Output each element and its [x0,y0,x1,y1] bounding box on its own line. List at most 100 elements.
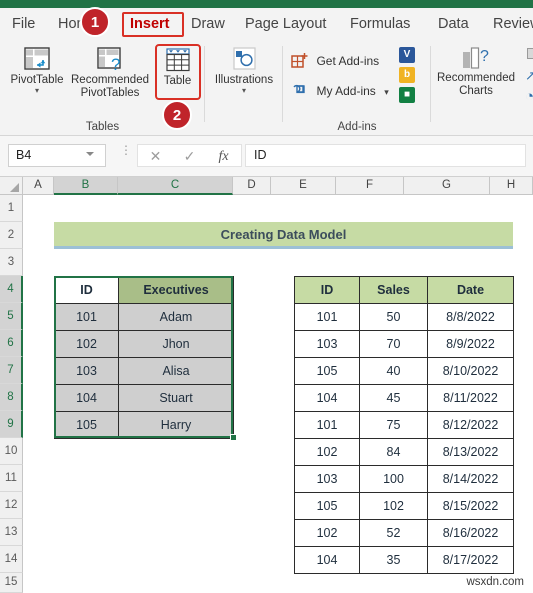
cell-id[interactable]: 103 [294,465,360,493]
cell-id[interactable]: 101 [294,411,360,439]
pivot-table-button[interactable]: PivotTable ▾ [6,46,68,95]
row-header-10[interactable]: 10 [0,438,23,465]
row-header-11[interactable]: 11 [0,465,23,492]
visio-addin-icon[interactable]: V [399,47,415,63]
cell-sales[interactable]: 45 [359,384,428,412]
cell-date[interactable]: 8/15/2022 [427,492,514,520]
insert-function-icon[interactable]: fx [207,147,240,166]
cell-id[interactable]: 102 [294,438,360,466]
cell-sales[interactable]: 40 [359,357,428,385]
tab-review[interactable]: Review [493,8,533,40]
table-button[interactable]: Table [155,46,200,88]
column-header-e[interactable]: E [271,177,336,195]
cell-id[interactable]: 105 [294,357,360,385]
line-chart-icon[interactable]: ↗ [525,68,533,84]
cell-id[interactable]: 104 [54,384,119,412]
enter-icon[interactable]: ✓ [173,147,206,166]
column-header-b[interactable]: B [54,177,118,195]
table-row[interactable]: 105 40 8/10/2022 [294,357,514,385]
table-row[interactable]: 104 35 8/17/2022 [294,546,514,574]
row-header-3[interactable]: 3 [0,249,23,276]
row-header-15[interactable]: 15 [0,573,23,593]
row-header-7[interactable]: 7 [0,357,23,384]
my-add-ins-button[interactable]: My Add-ins ▾ [291,82,389,100]
cell-id[interactable]: 104 [294,546,360,574]
table-row[interactable]: 104 Stuart [54,384,234,412]
sales-table[interactable]: ID Sales Date 101 50 8/8/2022 103 70 8/9… [294,276,514,574]
row-header-4[interactable]: 4 [0,276,23,303]
header-cell-id[interactable]: ID [294,276,360,304]
column-header-h[interactable]: H [490,177,533,195]
cell-sales[interactable]: 50 [359,303,428,331]
column-header-c[interactable]: C [118,177,233,195]
row-header-13[interactable]: 13 [0,519,23,546]
table-row[interactable]: 101 50 8/8/2022 [294,303,514,331]
header-cell-date[interactable]: Date [427,276,514,304]
cell-date[interactable]: 8/12/2022 [427,411,514,439]
people-graph-addin-icon[interactable]: ■ [399,87,415,103]
cell-id[interactable]: 105 [54,411,119,439]
header-cell-sales[interactable]: Sales [359,276,428,304]
bing-maps-addin-icon[interactable]: b [399,67,415,83]
tab-draw[interactable]: Draw [191,8,225,40]
cell-date[interactable]: 8/10/2022 [427,357,514,385]
cell-sales[interactable]: 70 [359,330,428,358]
table-row[interactable]: 102 Jhon [54,330,234,358]
recommended-pivot-tables-button[interactable]: ? Recommended PivotTables [70,46,150,99]
cell-id[interactable]: 105 [294,492,360,520]
select-all-corner[interactable] [0,177,23,195]
name-box-chevron-down-icon[interactable] [86,152,94,156]
cell-id[interactable]: 101 [294,303,360,331]
row-header-5[interactable]: 5 [0,303,23,330]
cell-date[interactable]: 8/16/2022 [427,519,514,547]
cell-sales[interactable]: 35 [359,546,428,574]
row-header-2[interactable]: 2 [0,222,23,249]
formula-input[interactable]: ID [245,144,526,167]
cell-executive[interactable]: Alisa [118,357,234,385]
cell-sales[interactable]: 84 [359,438,428,466]
row-header-14[interactable]: 14 [0,546,23,573]
cell-date[interactable]: 8/9/2022 [427,330,514,358]
tab-page-layout[interactable]: Page Layout [245,8,326,40]
cell-id[interactable]: 104 [294,384,360,412]
table-row[interactable]: 104 45 8/11/2022 [294,384,514,412]
cell-id[interactable]: 102 [54,330,119,358]
cell-id[interactable]: 102 [294,519,360,547]
formula-bar-grip[interactable]: ⋮ [120,144,132,164]
table-row[interactable]: 101 Adam [54,303,234,331]
header-cell-executives[interactable]: Executives [118,276,234,304]
cell-date[interactable]: 8/11/2022 [427,384,514,412]
row-header-6[interactable]: 6 [0,330,23,357]
table-row[interactable]: 102 52 8/16/2022 [294,519,514,547]
cell-id[interactable]: 103 [294,330,360,358]
table-row[interactable]: 102 84 8/13/2022 [294,438,514,466]
row-header-9[interactable]: 9 [0,411,23,438]
cancel-icon[interactable]: ✕ [139,147,172,166]
cell-executive[interactable]: Jhon [118,330,234,358]
get-add-ins-button[interactable]: Get Add-ins [291,52,379,70]
cell-date[interactable]: 8/13/2022 [427,438,514,466]
illustrations-chevron-down-icon[interactable]: ▾ [209,86,279,95]
executives-table[interactable]: ID Executives 101 Adam 102 Jhon 103 Alis… [54,276,234,439]
cell-sales[interactable]: 75 [359,411,428,439]
column-header-g[interactable]: G [404,177,490,195]
cell-sales[interactable]: 100 [359,465,428,493]
illustrations-button[interactable]: Illustrations ▾ [209,46,279,95]
tab-file[interactable]: File [12,8,35,40]
cell-id[interactable]: 101 [54,303,119,331]
table-row[interactable]: 105 102 8/15/2022 [294,492,514,520]
cell-sales[interactable]: 52 [359,519,428,547]
table-row[interactable]: 101 75 8/12/2022 [294,411,514,439]
table-row[interactable]: 103 70 8/9/2022 [294,330,514,358]
cell-executive[interactable]: Adam [118,303,234,331]
row-header-8[interactable]: 8 [0,384,23,411]
cell-date[interactable]: 8/8/2022 [427,303,514,331]
recommended-charts-button[interactable]: ? Recommended Charts [437,46,515,97]
cell-id[interactable]: 103 [54,357,119,385]
column-header-f[interactable]: F [336,177,404,195]
row-header-12[interactable]: 12 [0,492,23,519]
cell-sales[interactable]: 102 [359,492,428,520]
table-row[interactable]: 105 Harry [54,411,234,439]
table-row[interactable]: 103 100 8/14/2022 [294,465,514,493]
chart-gallery-icon[interactable] [527,48,533,59]
